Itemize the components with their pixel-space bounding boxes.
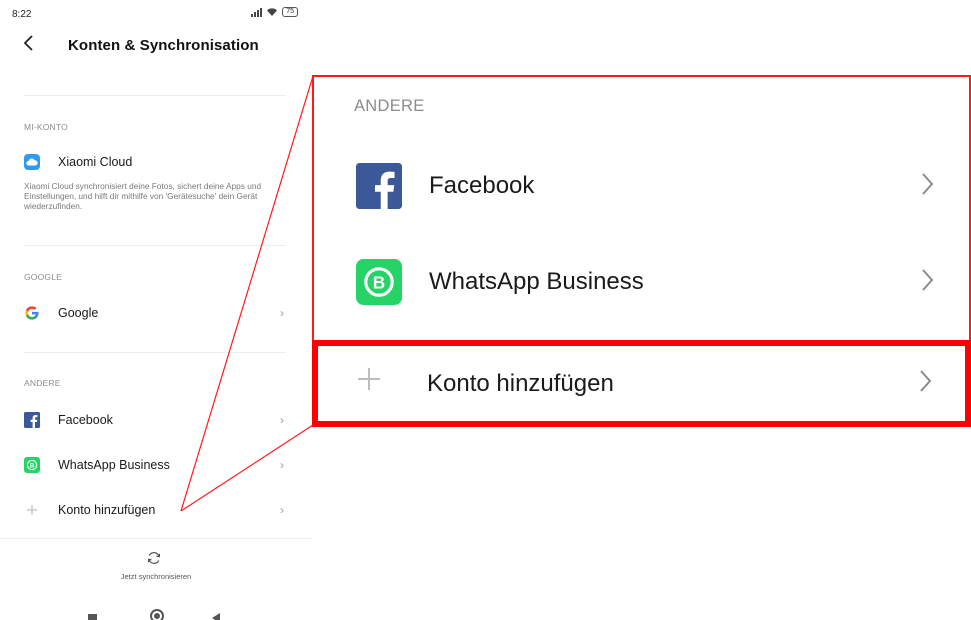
signal-icon	[251, 7, 263, 17]
facebook-icon	[356, 163, 402, 209]
chevron-left-icon	[23, 35, 33, 51]
battery-icon: 75	[282, 7, 298, 17]
chevron-right-icon	[920, 370, 932, 392]
section-label-google: GOOGLE	[24, 272, 63, 282]
chevron-right-icon	[922, 173, 934, 195]
zoom-whatsapp-business-item[interactable]: B WhatsApp Business	[314, 243, 969, 323]
google-account-item[interactable]: Google ›	[0, 298, 312, 328]
zoom-add-account-highlight[interactable]: Konto hinzufügen	[312, 340, 971, 427]
facebook-label: Facebook	[58, 413, 113, 427]
zoom-whatsapp-business-label: WhatsApp Business	[429, 268, 644, 295]
status-bar: 8:22 75	[0, 0, 312, 26]
whatsapp-business-icon: B	[24, 457, 40, 473]
chevron-right-icon: ›	[280, 413, 284, 427]
zoom-facebook-item[interactable]: Facebook	[314, 147, 969, 227]
plus-icon	[27, 505, 37, 515]
zoom-frame: ANDERE Facebook B WhatsApp Business	[312, 75, 971, 340]
xiaomi-cloud-label: Xiaomi Cloud	[58, 155, 133, 169]
sync-now-button[interactable]: Jetzt synchronisieren	[0, 540, 312, 590]
wifi-icon	[267, 8, 278, 16]
add-account-item[interactable]: Konto hinzufügen ›	[0, 495, 312, 525]
section-label-andere: ANDERE	[24, 378, 61, 388]
home-icon[interactable]	[150, 609, 164, 620]
zoom-callout: ANDERE Facebook B WhatsApp Business Kont…	[312, 75, 971, 427]
chevron-right-icon: ›	[280, 458, 284, 472]
chevron-right-icon: ›	[280, 503, 284, 517]
add-account-label: Konto hinzufügen	[58, 503, 156, 517]
xiaomi-cloud-icon	[24, 154, 40, 170]
zoom-facebook-label: Facebook	[429, 172, 535, 199]
page-title: Konten & Synchronisation	[68, 37, 259, 54]
status-icons: 75	[251, 7, 298, 17]
divider	[24, 245, 286, 246]
phone-screen: 8:22 75 Konten & Synchronisation MI-KONT…	[0, 0, 312, 620]
sync-icon	[147, 552, 161, 564]
whatsapp-business-icon: B	[356, 259, 402, 305]
svg-text:B: B	[30, 463, 35, 469]
plus-icon	[358, 368, 380, 390]
system-nav-bar	[0, 600, 312, 620]
zoom-section-label-andere: ANDERE	[354, 97, 425, 115]
nav-back-icon[interactable]	[212, 613, 220, 620]
facebook-account-item[interactable]: Facebook ›	[0, 405, 312, 435]
facebook-icon	[24, 412, 40, 428]
chevron-right-icon: ›	[280, 306, 284, 320]
back-button[interactable]	[22, 34, 42, 56]
xiaomi-cloud-item[interactable]: Xiaomi Cloud	[0, 147, 312, 177]
divider	[0, 538, 312, 539]
google-label: Google	[58, 306, 99, 320]
xiaomi-cloud-description: Xiaomi Cloud synchronisiert deine Fotos,…	[24, 181, 262, 211]
chevron-right-icon	[922, 269, 934, 291]
zoom-add-account-label: Konto hinzufügen	[427, 370, 614, 397]
svg-text:B: B	[373, 273, 385, 293]
status-time: 8:22	[12, 9, 32, 20]
divider	[24, 352, 286, 353]
app-bar: Konten & Synchronisation	[0, 30, 312, 62]
section-label-mi-konto: MI-KONTO	[24, 122, 68, 132]
recent-apps-icon[interactable]	[88, 614, 97, 620]
divider	[24, 95, 286, 96]
sync-now-label: Jetzt synchronisieren	[120, 572, 192, 581]
whatsapp-business-label: WhatsApp Business	[58, 458, 170, 472]
google-icon	[25, 306, 39, 320]
whatsapp-business-account-item[interactable]: B WhatsApp Business ›	[0, 450, 312, 480]
